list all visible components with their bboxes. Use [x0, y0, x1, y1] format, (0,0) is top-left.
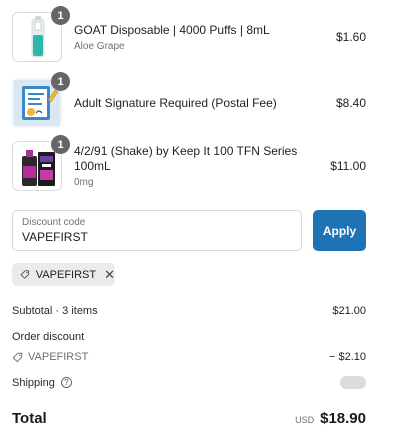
line-item: 1 Adult Signature Required (Postal Fee) … — [12, 72, 388, 130]
discount-code-row: VAPEFIRST − $2.10 — [12, 351, 366, 363]
item-name: GOAT Disposable | 4000 Puffs | 8mL — [74, 22, 270, 37]
subtotal-row: Subtotal · 3 items $21.00 — [12, 305, 366, 317]
order-discount-label: Order discount — [12, 331, 85, 343]
item-price: $1.60 — [335, 30, 366, 44]
item-price: $11.00 — [330, 159, 366, 173]
order-discount-row: Order discount — [12, 331, 366, 343]
quantity-badge: 1 — [51, 135, 70, 154]
discount-amount: − $2.10 — [328, 351, 366, 363]
shipping-row: Shipping ? — [12, 376, 366, 389]
tag-icon — [12, 352, 23, 362]
item-price: $8.40 — [335, 96, 366, 110]
help-icon[interactable]: ? — [60, 377, 72, 388]
item-thumbnail: 1 — [12, 72, 70, 128]
item-thumbnail: 1 — [12, 6, 70, 62]
discount-code-label: Discount code — [22, 217, 86, 228]
item-name: 4/2/91 (Shake) by Keep It 100 TFN Series… — [74, 144, 298, 173]
summary-discount-code: VAPEFIRST — [28, 351, 89, 363]
line-item: 1 GOAT Disposable | 4000 Puffs | 8mL Alo… — [12, 6, 388, 64]
subtotal-value: $21.00 — [332, 305, 366, 317]
total-amount: $18.90 — [320, 410, 366, 427]
tag-icon — [20, 270, 30, 279]
item-name: Adult Signature Required (Postal Fee) — [74, 95, 277, 110]
quantity-badge: 1 — [51, 72, 70, 91]
applied-discount-code: VAPEFIRST — [35, 268, 97, 281]
discount-code-field[interactable]: Discount code VAPEFIRST — [12, 210, 302, 251]
discount-code-value[interactable]: VAPEFIRST — [22, 230, 292, 244]
line-item: 1 4/2/91 (Shake) by Keep It 100 TFN Seri… — [12, 135, 388, 193]
shipping-label: Shipping — [12, 376, 55, 389]
applied-discount-chip: VAPEFIRST ✕ — [12, 263, 115, 286]
apply-discount-button[interactable]: Apply — [313, 210, 366, 251]
total-row: Total USD $18.90 — [12, 410, 366, 427]
shipping-value-placeholder — [340, 376, 366, 389]
item-variant: 0mg — [74, 177, 94, 188]
item-thumbnail: 1 — [12, 135, 70, 191]
item-variant: Aloe Grape — [74, 40, 125, 52]
remove-discount-icon[interactable]: ✕ — [104, 268, 115, 281]
quantity-badge: 1 — [51, 6, 70, 25]
subtotal-label: Subtotal · 3 items — [12, 305, 98, 317]
total-label: Total — [12, 410, 47, 427]
currency-code: USD — [295, 415, 315, 425]
